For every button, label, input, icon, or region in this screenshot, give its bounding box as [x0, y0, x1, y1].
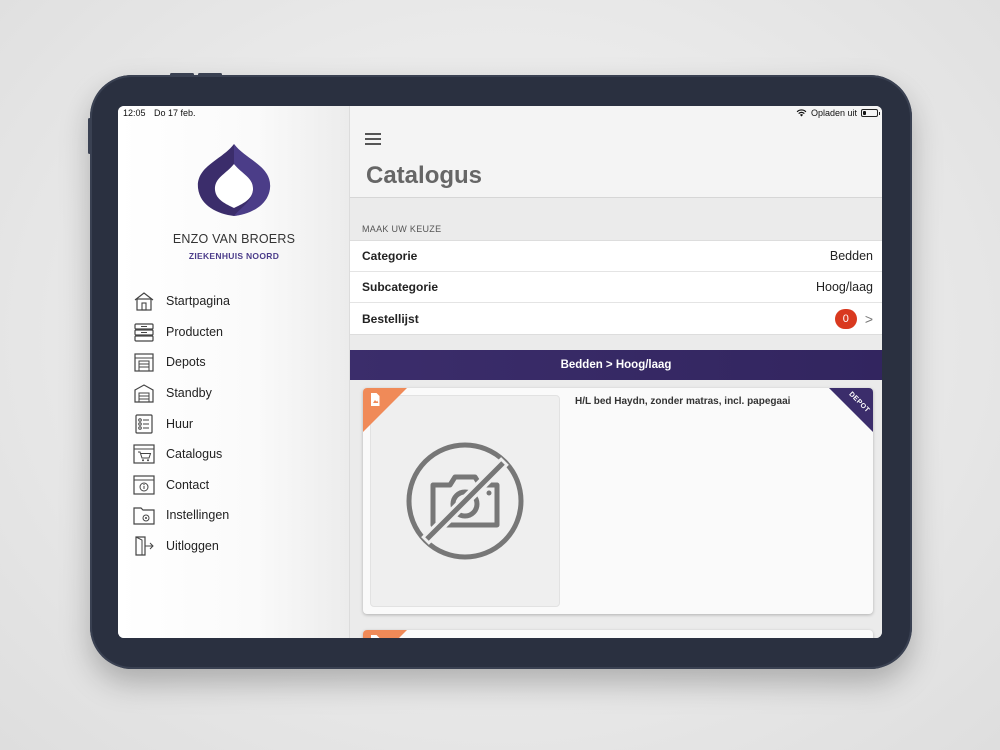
section-caption: MAAK UW KEUZE	[362, 224, 442, 234]
main-content: Catalogus MAAK UW KEUZE Categorie Bedden…	[350, 106, 882, 638]
sidebar-item-huur[interactable]: Huur	[132, 408, 230, 439]
sidebar-item-label: Instellingen	[166, 508, 230, 523]
screen: 12:05 Do 17 feb. Opladen uit ENZO VAN BR…	[118, 106, 882, 638]
subcategory-label: Subcategorie	[362, 280, 439, 294]
standby-warehouse-icon	[132, 382, 156, 404]
sidebar-item-label: Standby	[166, 386, 212, 401]
sidebar-item-instellingen[interactable]: Instellingen	[132, 500, 230, 531]
category-path-bar: Bedden > Hoog/laag	[350, 350, 882, 380]
document-icon	[371, 635, 380, 638]
logo-icon	[197, 144, 271, 216]
orderlist-right: 0 >	[834, 308, 873, 329]
page-title: Catalogus	[366, 162, 483, 189]
user-name: ENZO VAN BROERS	[172, 232, 296, 246]
sidebar-item-producten[interactable]: Producten	[132, 317, 230, 348]
sidebar-item-label: Catalogus	[166, 447, 223, 462]
side-button	[88, 118, 91, 154]
sidebar-item-uitloggen[interactable]: Uitloggen	[132, 531, 230, 562]
orderlist-count-badge: 0	[834, 308, 857, 329]
sidebar-item-label: Producten	[166, 324, 223, 339]
status-time: 12:05	[123, 108, 146, 118]
subcategory-row[interactable]: Subcategorie Hoog/laag	[350, 272, 882, 303]
status-date: Do 17 feb.	[154, 108, 196, 118]
volume-button	[198, 73, 222, 76]
category-label: Categorie	[362, 249, 418, 263]
cart-icon	[132, 443, 156, 465]
no-photo-icon	[406, 442, 524, 560]
chevron-right-icon: >	[864, 310, 873, 327]
sidebar-item-label: Contact	[166, 477, 210, 492]
wifi-icon	[796, 109, 807, 117]
orderlist-row[interactable]: Bestellijst 0 >	[350, 303, 882, 334]
sidebar-item-depots[interactable]: Depots	[132, 347, 230, 378]
sidebar-item-contact[interactable]: Contact	[132, 470, 230, 501]
organization-name: ZIEKENHUIS NOORD	[188, 251, 280, 261]
boxes-icon	[132, 321, 156, 343]
sidebar-item-label: Depots	[166, 355, 206, 370]
battery-icon	[861, 109, 880, 117]
product-card[interactable]: H/L bed Haydn, zonder matras, incl. pape…	[363, 388, 873, 614]
sidebar-item-catalogus[interactable]: Catalogus	[132, 439, 230, 470]
volume-button	[170, 73, 194, 76]
sidebar: ENZO VAN BROERS ZIEKENHUIS NOORD Startpa…	[118, 106, 350, 638]
contact-icon	[132, 474, 156, 496]
sidebar-nav: Startpagina Producten Depots Standby Huu…	[132, 286, 230, 561]
logout-icon	[132, 535, 156, 557]
sidebar-item-label: Huur	[166, 416, 194, 431]
orderlist-label: Bestellijst	[362, 311, 419, 326]
status-bar: 12:05 Do 17 feb. Opladen uit	[118, 106, 882, 120]
choice-list: Categorie Bedden Subcategorie Hoog/laag …	[350, 240, 882, 335]
subcategory-value: Hoog/laag	[816, 280, 873, 294]
settings-folder-icon	[132, 504, 156, 526]
warehouse-icon	[132, 351, 156, 373]
sidebar-item-startpagina[interactable]: Startpagina	[132, 286, 230, 317]
category-row[interactable]: Categorie Bedden	[350, 241, 882, 272]
product-card[interactable]	[363, 630, 873, 638]
document-icon	[371, 393, 380, 406]
sidebar-item-label: Uitloggen	[166, 539, 219, 554]
product-name: H/L bed Haydn, zonder matras, incl. pape…	[575, 396, 791, 407]
checklist-icon	[132, 413, 156, 435]
menu-icon[interactable]	[365, 133, 381, 145]
sidebar-item-standby[interactable]: Standby	[132, 378, 230, 409]
sidebar-item-label: Startpagina	[166, 294, 230, 309]
category-value: Bedden	[829, 249, 873, 263]
charging-status: Opladen uit	[810, 108, 857, 118]
status-right: Opladen uit	[796, 108, 880, 118]
home-icon	[132, 290, 156, 312]
